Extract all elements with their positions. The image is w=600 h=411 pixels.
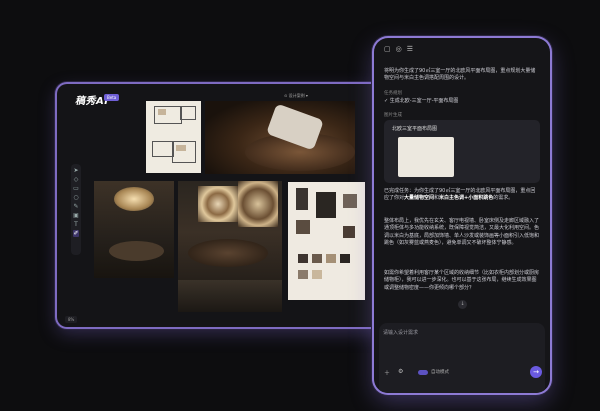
frame-icon[interactable]: ▭ — [73, 185, 79, 192]
dining-photo-top[interactable] — [205, 101, 355, 174]
beta-badge: Beta — [104, 94, 120, 101]
generated-image-card[interactable]: 北欧三室平面布局图 — [384, 120, 540, 183]
add-icon[interactable]: ＋ — [384, 368, 390, 377]
zoom-level[interactable]: 8% — [65, 316, 78, 323]
phone-chat-panel: ▢◎☰ 将明为你生成了90㎡三室一厅的北欧风平面布局图，重点规划大量储物空间与米… — [374, 38, 550, 393]
case-selector[interactable]: ⊙ 设计案例 ▾ — [284, 93, 308, 99]
select-icon[interactable]: ◇ — [73, 176, 79, 183]
agate-wall-1 — [198, 186, 238, 222]
pointer-icon[interactable]: ➤ — [73, 167, 79, 174]
summary-message: 已完成任务：为你生成了90㎡三室一厅的北欧风平面布局图，重点回应了你对大量储物空… — [384, 188, 540, 203]
shape-icon[interactable]: ○ — [73, 194, 79, 201]
brush-icon[interactable]: ✐ — [73, 230, 79, 237]
history-icon[interactable]: ◎ — [396, 45, 407, 53]
followup-message: 如需你希望着利用客厅某个区域的收纳细节（比如衣柜内部划分或厨房储物柜），我可以进… — [384, 270, 540, 291]
chat-input-placeholder[interactable]: 请输入设计需求 — [383, 329, 418, 336]
card-title: 北欧三室平面布局图 — [392, 126, 438, 132]
moodboard-image[interactable] — [288, 182, 365, 300]
task-plan-item: ✓ 生成北欧-三室一厅-平面布局图 — [384, 98, 459, 104]
auto-mode-label: 自动模式 — [431, 370, 449, 375]
image-icon[interactable]: ▣ — [73, 212, 79, 219]
ceiling-lamp — [114, 187, 154, 211]
dining-room-photo-left[interactable] — [94, 181, 174, 278]
auto-mode-toggle[interactable] — [418, 370, 428, 375]
scroll-down-icon[interactable]: ↓ — [458, 300, 467, 309]
chat-icon[interactable]: ▢ — [384, 45, 396, 53]
settings-icon[interactable]: ☰ — [407, 45, 418, 53]
pen-icon[interactable]: ✎ — [73, 203, 79, 210]
chair-photo[interactable] — [178, 280, 282, 312]
image-generation-header: 图片生成 — [384, 113, 402, 118]
task-plan-header: 任务规划 — [384, 91, 402, 96]
summary-part-c: 的需求。 — [493, 195, 514, 202]
dining-table — [109, 241, 164, 261]
summary-highlight-color: 米白主色调+小面积跳色 — [439, 195, 494, 202]
adjust-icon[interactable]: ⚙ — [398, 368, 403, 375]
floor-plan-image[interactable] — [146, 101, 201, 173]
send-icon[interactable]: → — [530, 366, 542, 378]
body-message: 整体布局上，我优先在玄关、客厅电视墙、卧室床侧及走廊区域融入了通顶柜体与多功能收… — [384, 218, 540, 247]
agate-wall-2 — [238, 181, 278, 227]
generated-floor-plan-thumbnail[interactable] — [398, 137, 454, 177]
intro-message: 将明为你生成了90㎡三室一厅的北欧风平面布局图，重点规划大量储物空间与米白主色调… — [384, 68, 536, 82]
text-icon[interactable]: T — [73, 221, 79, 228]
round-dining-table — [188, 239, 268, 267]
canvas-toolbar: ➤ ◇ ▭ ○ ✎ ▣ T ✐ — [71, 164, 81, 255]
phone-header-icons: ▢◎☰ — [384, 45, 418, 53]
tablet-app-window: 稿秀AI Beta ⊙ 设计案例 ▾ ➤ ◇ ▭ ○ ✎ ▣ T ✐ 8% — [57, 84, 402, 327]
summary-highlight-storage: 大量储物空间 — [404, 195, 435, 202]
